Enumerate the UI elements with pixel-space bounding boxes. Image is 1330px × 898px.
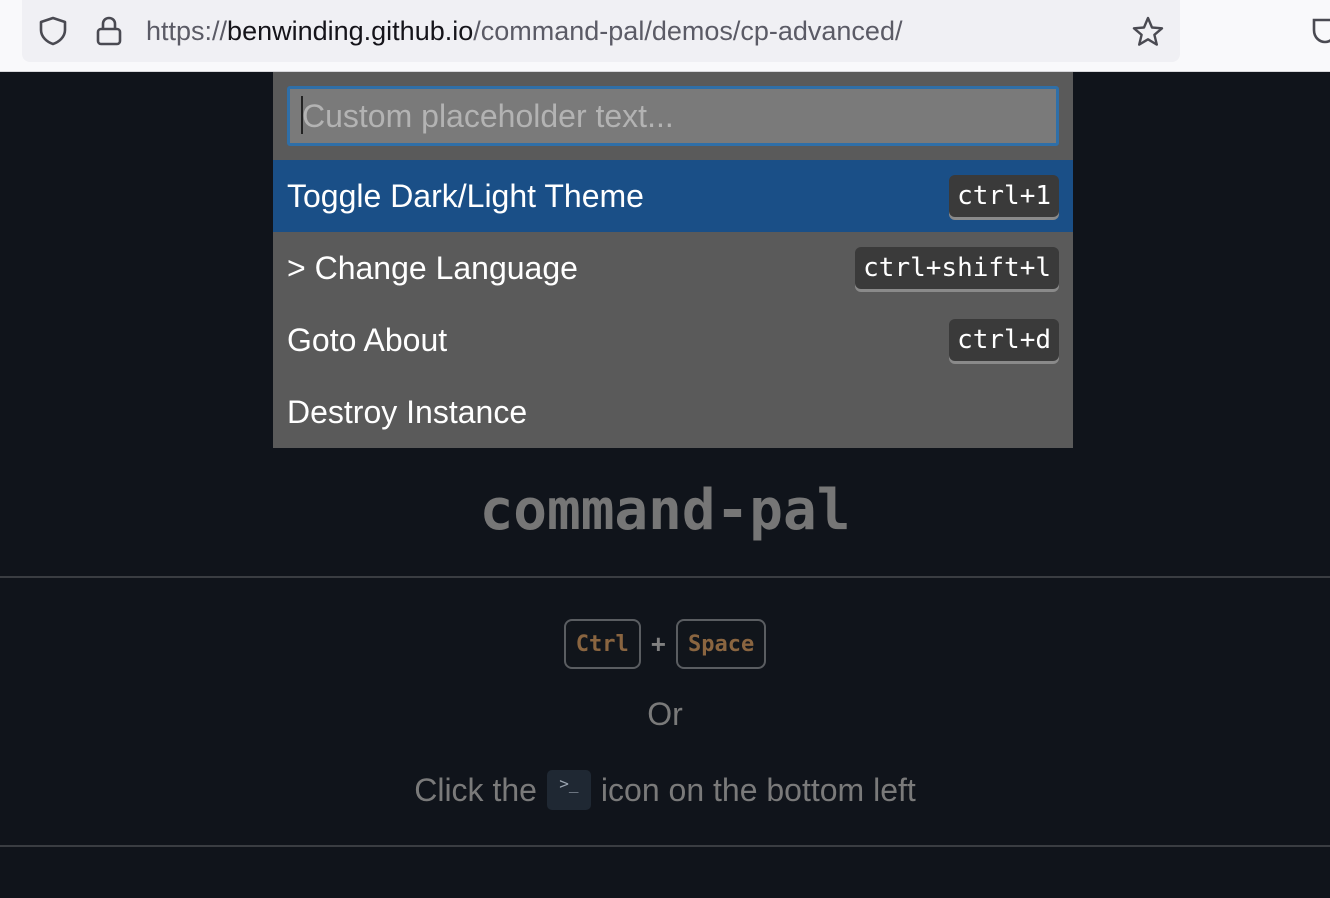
command-item-toggle-theme[interactable]: Toggle Dark/Light Theme ctrl+1 [273, 160, 1073, 232]
star-icon[interactable] [1130, 14, 1166, 50]
command-label: Goto About [287, 321, 448, 358]
command-label: Destroy Instance [287, 393, 528, 430]
page-title: command-pal [479, 478, 851, 543]
command-shortcut: ctrl+1 [949, 175, 1059, 217]
command-label: Toggle Dark/Light Theme [287, 177, 644, 214]
terminal-icon: >_ [546, 770, 591, 810]
command-item-destroy-instance[interactable]: Destroy Instance [273, 376, 1073, 448]
command-search-input[interactable] [287, 86, 1059, 146]
click-suffix: icon on the bottom left [600, 771, 916, 808]
command-item-change-language[interactable]: > Change Language ctrl+shift+l [273, 232, 1073, 304]
click-prefix: Click the [414, 771, 537, 808]
space-key: Space [675, 619, 767, 669]
plus-sign: + [650, 628, 666, 659]
url-scheme: https:// [146, 16, 228, 46]
url-path: /command-pal/demos/cp-advanced/ [473, 16, 903, 46]
command-shortcut: ctrl+shift+l [855, 247, 1059, 289]
ctrl-key: Ctrl [563, 619, 641, 669]
text-caret [301, 96, 303, 134]
command-label: > Change Language [287, 249, 578, 286]
lock-icon[interactable] [92, 14, 126, 48]
shortcut-hint: Ctrl + Space [0, 619, 1330, 669]
command-palette: Toggle Dark/Light Theme ctrl+1 > Change … [273, 72, 1073, 448]
url-host: benwinding.github.io [227, 16, 474, 46]
divider-bottom [0, 845, 1330, 847]
command-list: Toggle Dark/Light Theme ctrl+1 > Change … [273, 160, 1073, 448]
url-text[interactable]: https://benwinding.github.io/command-pal… [146, 14, 902, 48]
shield-icon[interactable] [36, 14, 70, 48]
pocket-icon[interactable] [1310, 14, 1330, 48]
click-instruction: Click the >_ icon on the bottom left [0, 770, 1330, 810]
browser-toolbar: https://benwinding.github.io/command-pal… [0, 0, 1330, 72]
url-bar[interactable]: https://benwinding.github.io/command-pal… [22, 0, 1180, 62]
or-text: Or [647, 696, 683, 732]
command-item-goto-about[interactable]: Goto About ctrl+d [273, 304, 1073, 376]
divider-top [0, 576, 1330, 578]
command-shortcut: ctrl+d [949, 319, 1059, 361]
